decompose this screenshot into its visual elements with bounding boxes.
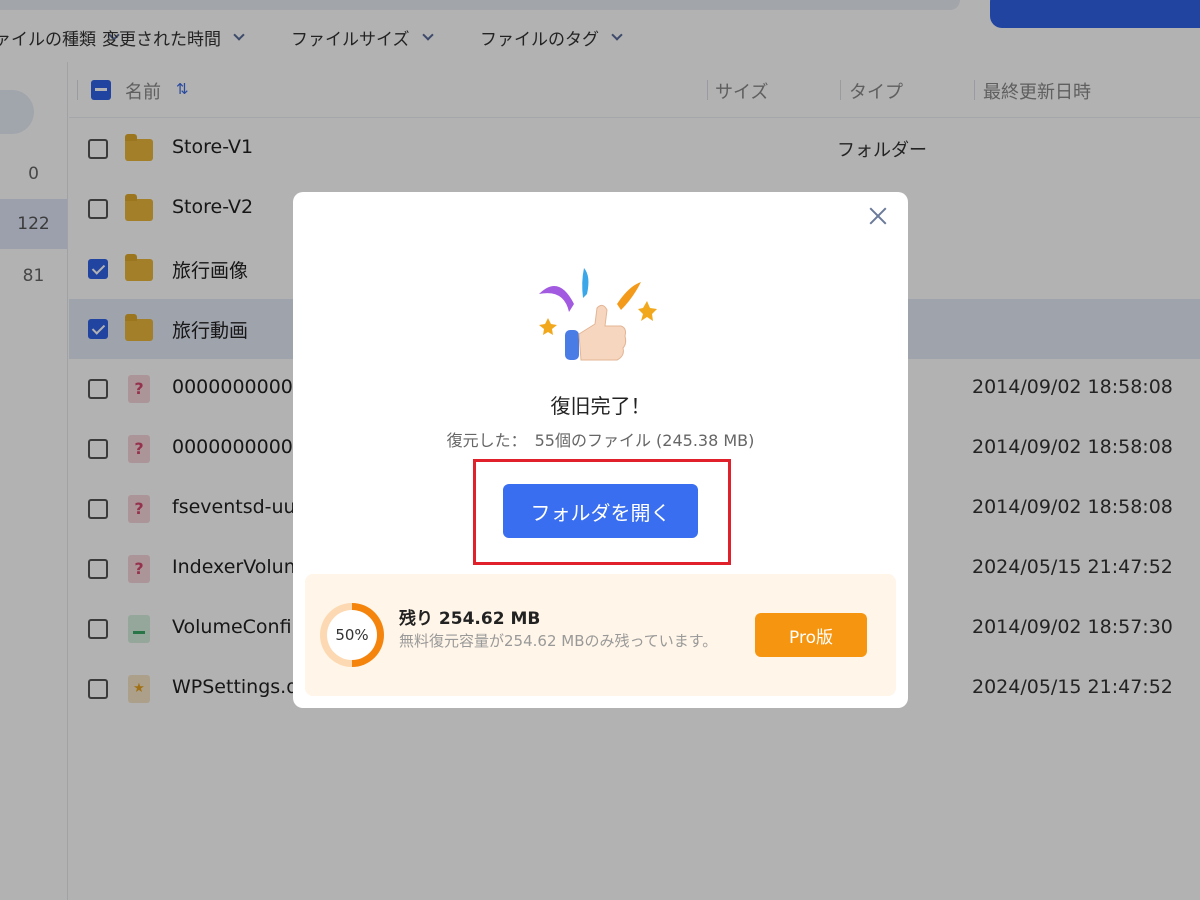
quota-remaining: 残り 254.62 MB	[399, 609, 541, 629]
open-folder-button[interactable]: フォルダを開く	[503, 484, 698, 538]
quota-percent: 50%	[335, 626, 369, 644]
dialog-title: 復旧完了！	[550, 394, 651, 418]
recovered-summary: 復元した： 55個のファイル (245.38 MB)	[293, 427, 908, 451]
thumbs-up-icon	[539, 268, 657, 361]
app-window: ァイルの種類 変更された時間 ファイルサイズ ファイルのタグ 0 122 81 …	[0, 0, 1200, 900]
close-icon[interactable]	[866, 204, 890, 228]
recovery-complete-dialog: 復旧完了！ 復元した： 55個のファイル (245.38 MB) フォルダを開く …	[293, 192, 908, 708]
recovered-label: 復元した：	[446, 431, 527, 450]
recovered-value: 55個のファイル (245.38 MB)	[534, 431, 755, 450]
pro-upgrade-button[interactable]: Pro版	[755, 613, 867, 657]
free-quota-panel: 50% 残り 254.62 MB 無料復元容量が254.62 MBのみ残っていま…	[305, 574, 896, 696]
quota-description: 無料復元容量が254.62 MBのみ残っています。	[399, 632, 718, 650]
